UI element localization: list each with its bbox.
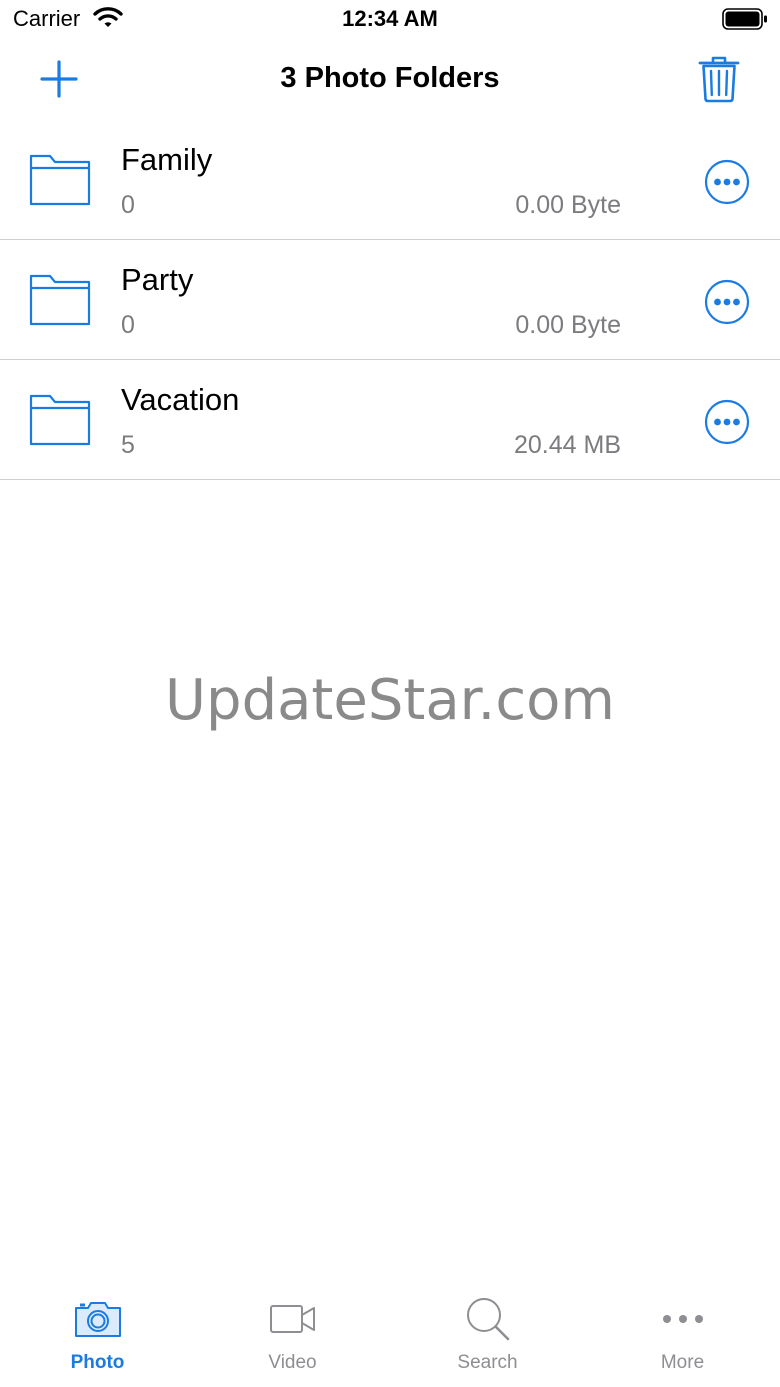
ellipsis-circle-icon	[704, 279, 750, 325]
folder-row-vacation[interactable]: Vacation 5 20.44 MB	[0, 360, 780, 480]
tab-label: Photo	[70, 1352, 125, 1373]
clock: 12:34 AM	[342, 6, 438, 31]
delete-button[interactable]	[696, 54, 742, 104]
ellipsis-icon	[585, 1295, 780, 1343]
folder-size: 0.00 Byte	[515, 311, 621, 339]
folder-icon	[28, 392, 92, 448]
tab-video[interactable]: Video	[195, 1289, 390, 1387]
video-camera-icon	[195, 1295, 390, 1343]
watermark: UpdateStar.com	[165, 668, 615, 733]
tab-photo[interactable]: Photo	[0, 1289, 195, 1387]
folder-size: 0.00 Byte	[515, 191, 621, 219]
tab-label: More	[660, 1352, 705, 1373]
folder-options-button[interactable]	[704, 399, 750, 445]
folder-size: 20.44 MB	[513, 431, 621, 459]
tab-more[interactable]: More	[585, 1289, 780, 1387]
tab-search[interactable]: Search	[390, 1289, 585, 1387]
trash-icon	[698, 56, 740, 103]
folder-options-button[interactable]	[704, 159, 750, 205]
folder-options-button[interactable]	[704, 279, 750, 325]
folder-name: Family	[121, 142, 213, 177]
camera-icon	[0, 1295, 195, 1343]
magnifier-icon	[390, 1295, 585, 1343]
tab-label: Video	[268, 1352, 317, 1373]
folder-name: Party	[121, 262, 194, 297]
folder-list: Family 0 0.00 Byte Party 0 0.00 Byte Vac…	[0, 120, 780, 480]
folder-row-party[interactable]: Party 0 0.00 Byte	[0, 240, 780, 360]
tab-label: Search	[457, 1352, 518, 1373]
folder-icon	[28, 152, 92, 208]
ellipsis-circle-icon	[704, 159, 750, 205]
status-bar: Carrier 12:34 AM	[0, 0, 780, 40]
folder-item-count: 5	[121, 431, 135, 459]
folder-row-family[interactable]: Family 0 0.00 Byte	[0, 120, 780, 240]
battery-icon	[722, 8, 768, 35]
ellipsis-circle-icon	[704, 399, 750, 445]
page-title: 3 Photo Folders	[280, 62, 500, 94]
tab-bar: Photo Video Search More	[0, 1289, 780, 1387]
navigation-bar: 3 Photo Folders	[0, 40, 780, 120]
folder-item-count: 0	[121, 311, 135, 339]
folder-item-count: 0	[121, 191, 135, 219]
folder-icon	[28, 272, 92, 328]
folder-name: Vacation	[121, 382, 240, 417]
